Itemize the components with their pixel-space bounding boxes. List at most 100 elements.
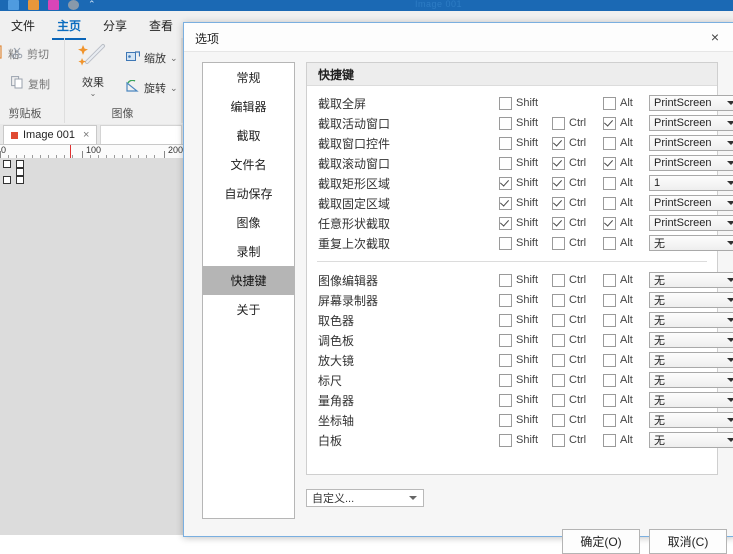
shortcut-key-select[interactable]: PrintScreen <box>649 135 733 151</box>
modifier-ctrl-g2-2[interactable]: Ctrl <box>552 314 586 327</box>
modifier-shift-g2-4[interactable]: Shift <box>499 354 538 367</box>
checkbox-ctrl[interactable] <box>552 414 565 427</box>
modifier-shift-g2-1[interactable]: Shift <box>499 294 538 307</box>
checkbox-alt[interactable] <box>603 274 616 287</box>
checkbox-ctrl[interactable] <box>552 157 565 170</box>
checkbox-shift[interactable] <box>499 394 512 407</box>
save-icon[interactable] <box>8 0 19 10</box>
checkbox-alt[interactable] <box>603 97 616 110</box>
modifier-alt-g2-2[interactable]: Alt <box>603 314 633 327</box>
shortcut-key-select[interactable]: 无 <box>649 372 733 388</box>
modifier-alt-g2-4[interactable]: Alt <box>603 354 633 367</box>
modifier-ctrl-g2-5[interactable]: Ctrl <box>552 374 586 387</box>
modifier-shift-g1-0[interactable]: Shift <box>499 97 538 110</box>
checkbox-shift[interactable] <box>499 237 512 250</box>
checkbox-ctrl[interactable] <box>552 334 565 347</box>
shortcut-key-select[interactable]: 无 <box>649 332 733 348</box>
ribbon-tab-view[interactable]: 查看 <box>138 15 184 36</box>
checkbox-ctrl[interactable] <box>552 434 565 447</box>
shortcut-key-select[interactable]: 无 <box>649 352 733 368</box>
checkbox-shift[interactable] <box>499 314 512 327</box>
checkbox-alt[interactable] <box>603 334 616 347</box>
modifier-shift-g2-0[interactable]: Shift <box>499 274 538 287</box>
modifier-ctrl-g2-1[interactable]: Ctrl <box>552 294 586 307</box>
modifier-ctrl-g1-5[interactable]: Ctrl <box>552 197 586 210</box>
modifier-ctrl-g2-8[interactable]: Ctrl <box>552 434 586 447</box>
modifier-shift-g2-3[interactable]: Shift <box>499 334 538 347</box>
checkbox-shift[interactable] <box>499 137 512 150</box>
checkbox-alt[interactable] <box>603 217 616 230</box>
modifier-alt-g1-2[interactable]: Alt <box>603 137 633 150</box>
checkbox-alt[interactable] <box>603 177 616 190</box>
modifier-alt-g2-8[interactable]: Alt <box>603 434 633 447</box>
checkbox-alt[interactable] <box>603 374 616 387</box>
checkbox-ctrl[interactable] <box>552 137 565 150</box>
modifier-ctrl-g2-6[interactable]: Ctrl <box>552 394 586 407</box>
sidebar-item-6[interactable]: 录制 <box>203 237 294 266</box>
modifier-alt-g2-6[interactable]: Alt <box>603 394 633 407</box>
modifier-alt-g1-1[interactable]: Alt <box>603 117 633 130</box>
checkbox-shift[interactable] <box>499 294 512 307</box>
checkbox-shift[interactable] <box>499 434 512 447</box>
handle-bottom-left[interactable] <box>3 176 11 184</box>
checkbox-shift[interactable] <box>499 197 512 210</box>
checkbox-alt[interactable] <box>603 314 616 327</box>
checkbox-alt[interactable] <box>603 394 616 407</box>
checkbox-ctrl[interactable] <box>552 237 565 250</box>
checkbox-ctrl[interactable] <box>552 354 565 367</box>
close-icon[interactable]: × <box>83 129 89 141</box>
modifier-alt-g1-3[interactable]: Alt <box>603 157 633 170</box>
modifier-alt-g1-7[interactable]: Alt <box>603 237 633 250</box>
shortcut-key-select[interactable]: 无 <box>649 412 733 428</box>
modifier-shift-g2-7[interactable]: Shift <box>499 414 538 427</box>
modifier-ctrl-g1-6[interactable]: Ctrl <box>552 217 586 230</box>
checkbox-shift[interactable] <box>499 177 512 190</box>
modifier-alt-g1-5[interactable]: Alt <box>603 197 633 210</box>
preset-select[interactable]: 自定义... <box>306 489 424 507</box>
checkbox-shift[interactable] <box>499 274 512 287</box>
modifier-shift-g1-2[interactable]: Shift <box>499 137 538 150</box>
handle-middle-right[interactable] <box>16 168 24 176</box>
modifier-ctrl-g2-3[interactable]: Ctrl <box>552 334 586 347</box>
checkbox-alt[interactable] <box>603 434 616 447</box>
modifier-shift-g1-6[interactable]: Shift <box>499 217 538 230</box>
modifier-alt-g1-6[interactable]: Alt <box>603 217 633 230</box>
shortcut-key-select[interactable]: 无 <box>649 272 733 288</box>
checkbox-ctrl[interactable] <box>552 294 565 307</box>
modifier-ctrl-g1-1[interactable]: Ctrl <box>552 117 586 130</box>
modifier-alt-g2-1[interactable]: Alt <box>603 294 633 307</box>
checkbox-alt[interactable] <box>603 414 616 427</box>
modifier-shift-g2-8[interactable]: Shift <box>499 434 538 447</box>
resize-chevron-down-icon[interactable]: ⌄ <box>170 53 178 64</box>
modifier-alt-g2-5[interactable]: Alt <box>603 374 633 387</box>
shortcut-key-select[interactable]: 无 <box>649 292 733 308</box>
checkbox-ctrl[interactable] <box>552 117 565 130</box>
modifier-shift-g1-4[interactable]: Shift <box>499 177 538 190</box>
ribbon-tab-file[interactable]: 文件 <box>0 15 46 36</box>
checkbox-ctrl[interactable] <box>552 374 565 387</box>
sidebar-item-1[interactable]: 编辑器 <box>203 92 294 121</box>
modifier-alt-g1-4[interactable]: Alt <box>603 177 633 190</box>
sidebar-item-0[interactable]: 常规 <box>203 63 294 92</box>
shortcut-key-select[interactable]: 无 <box>649 392 733 408</box>
shortcut-key-select[interactable]: PrintScreen <box>649 155 733 171</box>
shortcut-key-select[interactable]: 无 <box>649 432 733 448</box>
shortcut-key-select[interactable]: 无 <box>649 312 733 328</box>
modifier-ctrl-g2-4[interactable]: Ctrl <box>552 354 586 367</box>
handle-top-left[interactable] <box>3 160 11 168</box>
sidebar-item-2[interactable]: 截取 <box>203 121 294 150</box>
copy-button[interactable]: 复制 <box>11 76 50 92</box>
quick-access-toolbar[interactable]: ⌃ <box>8 0 99 10</box>
checkbox-shift[interactable] <box>499 334 512 347</box>
modifier-alt-g1-0[interactable]: Alt <box>603 97 633 110</box>
shortcut-key-select[interactable]: PrintScreen <box>649 95 733 111</box>
palette-icon[interactable] <box>48 0 59 10</box>
close-icon[interactable]: × <box>704 27 726 47</box>
modifier-shift-g2-6[interactable]: Shift <box>499 394 538 407</box>
checkbox-shift[interactable] <box>499 374 512 387</box>
rotate-button[interactable]: 旋转 ⌄ <box>126 80 178 96</box>
sidebar-item-7[interactable]: 快捷键 <box>203 266 294 295</box>
document-tab-empty[interactable] <box>100 125 182 144</box>
shortcut-key-select[interactable]: PrintScreen <box>649 115 733 131</box>
dialog-category-list[interactable]: 常规编辑器截取文件名自动保存图像录制快捷键关于 <box>202 62 295 519</box>
